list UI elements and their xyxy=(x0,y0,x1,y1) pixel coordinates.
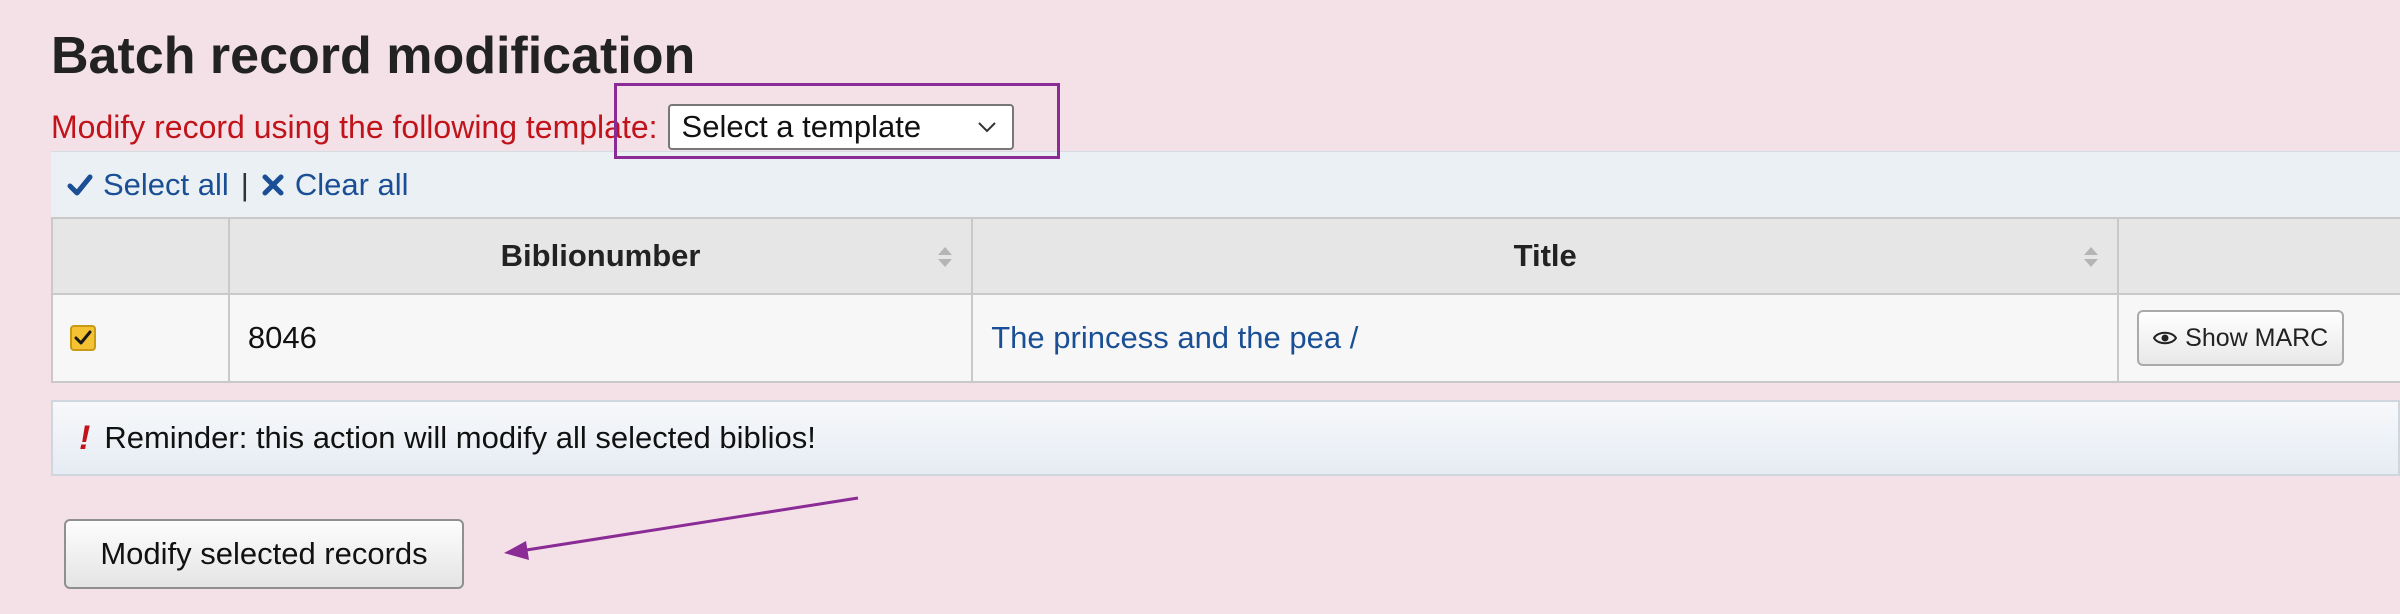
template-select[interactable]: Select a template xyxy=(667,104,1014,150)
column-header-label: Biblionumber xyxy=(500,238,701,273)
selection-toolbar: Select all | Clear all xyxy=(51,151,2400,217)
table-header-row: Biblionumber Title xyxy=(51,217,2400,295)
column-header-actions xyxy=(2117,217,2400,295)
checkmark-icon xyxy=(74,330,92,345)
page: Batch record modification Modify record … xyxy=(51,0,2400,614)
page-title: Batch record modification xyxy=(51,27,696,85)
chevron-down-icon xyxy=(977,122,996,133)
check-icon xyxy=(67,174,93,195)
table-row: 8046 The princess and the pea / Show MAR… xyxy=(51,293,2400,383)
clear-all-link[interactable]: Clear all xyxy=(261,167,409,203)
eye-icon xyxy=(2153,331,2178,345)
template-label: Modify record using the following templa… xyxy=(51,109,658,145)
select-all-label: Select all xyxy=(103,166,229,202)
template-select-value: Select a template xyxy=(681,109,922,144)
clear-all-label: Clear all xyxy=(294,166,409,202)
exclamation-icon: ! xyxy=(79,418,91,457)
row-checkbox[interactable] xyxy=(70,325,96,351)
show-marc-button[interactable]: Show MARC xyxy=(2137,310,2345,366)
records-table: Biblionumber Title 8046 The princess and… xyxy=(51,217,2400,383)
sort-icon xyxy=(938,247,953,267)
show-marc-label: Show MARC xyxy=(2185,323,2329,352)
title-cell: The princess and the pea / xyxy=(971,293,2120,383)
row-select-cell xyxy=(51,293,230,383)
title-link[interactable]: The princess and the pea / xyxy=(991,320,1358,355)
column-header-label: Title xyxy=(1513,238,1577,273)
column-header-select xyxy=(51,217,230,295)
column-header-title[interactable]: Title xyxy=(971,217,2120,295)
x-icon xyxy=(262,174,284,195)
biblionumber-cell: 8046 xyxy=(227,293,974,383)
actions-cell: Show MARC xyxy=(2117,293,2400,383)
modify-selected-records-button[interactable]: Modify selected records xyxy=(64,519,464,589)
template-row: Modify record using the following templa… xyxy=(51,102,1014,152)
reminder-alert: ! Reminder: this action will modify all … xyxy=(51,400,2400,476)
toolbar-separator: | xyxy=(240,166,249,202)
column-header-biblionumber[interactable]: Biblionumber xyxy=(227,217,974,295)
select-all-link[interactable]: Select all xyxy=(67,167,229,203)
reminder-text: Reminder: this action will modify all se… xyxy=(104,420,816,455)
sort-icon xyxy=(2084,247,2099,267)
